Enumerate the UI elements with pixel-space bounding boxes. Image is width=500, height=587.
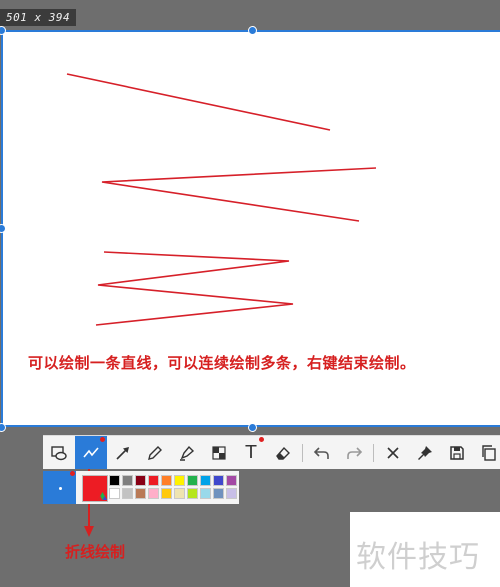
eraser-icon	[276, 446, 290, 460]
color-swatch[interactable]	[174, 488, 185, 499]
color-swatch[interactable]	[213, 475, 224, 486]
close-icon	[387, 446, 399, 459]
mosaic-tool-button[interactable]	[203, 436, 235, 469]
empty-swatch	[239, 475, 250, 486]
selection-size-badge: 501 x 394	[0, 9, 77, 26]
save-button[interactable]	[441, 436, 473, 469]
text-tool-button[interactable]: T	[235, 436, 267, 469]
polyline-icon	[83, 446, 99, 458]
redo-icon	[347, 446, 363, 459]
arrow-icon	[116, 446, 129, 460]
empty-swatch	[239, 488, 250, 499]
save-icon	[450, 445, 464, 460]
eraser-tool-button[interactable]	[267, 436, 299, 469]
pencil-icon	[148, 445, 162, 460]
color-swatch[interactable]	[135, 488, 146, 499]
color-swatch[interactable]	[200, 475, 211, 486]
toolbar-separator	[302, 443, 303, 462]
color-swatch-grid	[109, 475, 250, 499]
color-swatch[interactable]	[226, 488, 237, 499]
annotation-arrow-head	[84, 526, 94, 537]
resize-handle-top[interactable]	[248, 26, 257, 35]
annotation-toolbar: T	[43, 435, 500, 469]
annotation-label: 折线绘制	[65, 543, 126, 561]
shape-tool-button[interactable]	[43, 436, 75, 469]
color-swatch[interactable]	[187, 488, 198, 499]
color-palette-panel	[43, 471, 239, 504]
color-swatch[interactable]	[200, 488, 211, 499]
mosaic-icon	[212, 445, 226, 460]
pin-icon	[418, 445, 432, 460]
highlighter-icon	[180, 445, 195, 461]
copy-button[interactable]	[473, 436, 500, 469]
color-swatch[interactable]	[148, 488, 159, 499]
arrow-tool-button[interactable]	[107, 436, 139, 469]
custom-color-icon[interactable]	[98, 491, 107, 500]
pin-button[interactable]	[409, 436, 441, 469]
color-swatch[interactable]	[122, 475, 133, 486]
color-swatch[interactable]	[109, 488, 120, 499]
capture-caption: 可以绘制一条直线，可以连续绘制多条，右键结束绘制。	[28, 354, 416, 372]
copy-icon	[482, 444, 496, 461]
undo-icon	[313, 446, 329, 459]
color-swatch[interactable]	[226, 475, 237, 486]
color-swatch[interactable]	[135, 475, 146, 486]
resize-handle-bottom[interactable]	[248, 423, 257, 432]
watermark: 软件技巧	[350, 512, 500, 587]
resize-handle-bottom-left[interactable]	[0, 423, 6, 432]
polyline-tool-button[interactable]	[75, 436, 107, 469]
color-swatch[interactable]	[161, 475, 172, 486]
size-indicator-dot	[70, 471, 75, 476]
color-swatch[interactable]	[109, 475, 120, 486]
toolbar-separator	[373, 443, 374, 462]
highlighter-tool-button[interactable]	[171, 436, 203, 469]
text-tool-dot	[259, 437, 264, 442]
text-icon: T	[245, 442, 257, 463]
close-button[interactable]	[377, 436, 409, 469]
color-swatch[interactable]	[148, 475, 159, 486]
rectangle-ellipse-icon	[51, 445, 67, 460]
color-swatch[interactable]	[213, 488, 224, 499]
redo-button[interactable]	[338, 436, 370, 469]
color-swatch[interactable]	[174, 475, 185, 486]
color-swatch[interactable]	[161, 488, 172, 499]
color-swatch[interactable]	[187, 475, 198, 486]
active-indicator-dot	[100, 437, 105, 442]
pen-tool-button[interactable]	[139, 436, 171, 469]
stroke-size-dot	[59, 487, 62, 490]
watermark-text: 软件技巧	[356, 540, 480, 575]
undo-button[interactable]	[306, 436, 338, 469]
color-swatch[interactable]	[122, 488, 133, 499]
